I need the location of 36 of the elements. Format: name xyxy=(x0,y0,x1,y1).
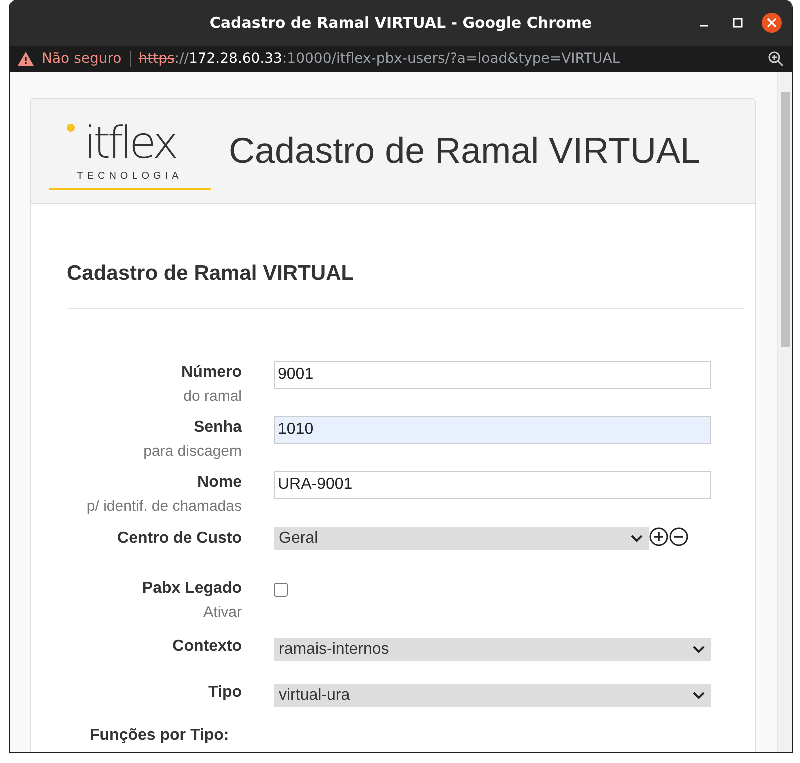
field-label: Centro de Custo xyxy=(118,529,242,549)
select-field[interactable]: virtual-ura xyxy=(274,684,711,707)
select-field[interactable]: ramais-internos xyxy=(274,638,711,661)
field-label: Número xyxy=(182,363,242,383)
remove-icon[interactable] xyxy=(669,527,689,547)
field-label: Nome xyxy=(198,473,242,493)
window-title: Cadastro de Ramal VIRTUAL - Google Chrome xyxy=(210,14,592,32)
security-status[interactable]: Não seguro xyxy=(42,51,122,67)
add-icon[interactable] xyxy=(649,527,669,547)
section-title: Cadastro de Ramal VIRTUAL xyxy=(67,204,744,309)
warning-icon xyxy=(18,52,34,66)
company-logo: itflex TECNOLOGIA xyxy=(49,112,211,190)
field-label: Tipo xyxy=(208,683,242,703)
field-label: Pabx Legado xyxy=(142,579,242,599)
field-label: Contexto xyxy=(172,637,242,657)
text-field[interactable]: 1010 xyxy=(274,416,711,444)
chevron-down-icon xyxy=(631,534,643,542)
field-label: Senha xyxy=(194,418,242,438)
text-field[interactable]: URA-9001 xyxy=(274,471,711,499)
chevron-down-icon xyxy=(693,692,705,700)
maximize-icon[interactable] xyxy=(733,18,743,28)
section-label: Funções por Tipo: xyxy=(89,727,230,746)
select-field[interactable]: Geral xyxy=(274,527,649,550)
field-hint: Ativar xyxy=(204,603,242,623)
field-hint: do ramal xyxy=(184,387,242,407)
text-field[interactable]: 9001 xyxy=(274,361,711,389)
url-text[interactable]: https://172.28.60.33:10000/itflex-pbx-users/?a=load&type=VIRTUAL xyxy=(138,51,620,67)
chevron-down-icon xyxy=(693,646,705,654)
close-button[interactable] xyxy=(762,13,782,33)
close-icon xyxy=(767,18,777,28)
page-title: Cadastro de Ramal VIRTUAL xyxy=(229,130,701,172)
zoom-icon[interactable] xyxy=(768,51,784,67)
scrollbar[interactable] xyxy=(777,72,792,752)
field-hint: para discagem xyxy=(144,442,242,462)
checkbox[interactable] xyxy=(274,583,288,597)
field-hint: p/ identif. de chamadas xyxy=(86,497,242,517)
